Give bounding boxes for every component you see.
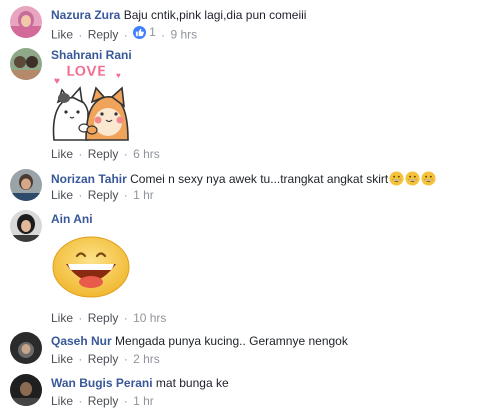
timestamp[interactable]: 6 hrs: [133, 147, 160, 161]
comment-text: Mengada punya kucing.. Geramnye nengok: [115, 334, 348, 348]
svg-text:♥: ♥: [54, 76, 60, 87]
reply-link[interactable]: Reply: [88, 394, 119, 408]
comment-author[interactable]: Nazura Zura: [51, 8, 120, 22]
separator: ·: [78, 394, 83, 408]
like-link[interactable]: Like: [51, 311, 73, 325]
reaction-count[interactable]: 1: [133, 25, 156, 39]
sticker-image: LOVE ♥ ♥: [50, 62, 132, 142]
comment-author[interactable]: Norizan Tahir: [51, 172, 127, 186]
comment-item: Ain Ani Like · Reply · 10 hrs: [0, 206, 499, 328]
reply-link[interactable]: Reply: [88, 28, 119, 42]
timestamp[interactable]: 9 hrs: [170, 28, 197, 42]
timestamp[interactable]: 2 hrs: [133, 352, 160, 366]
like-link[interactable]: Like: [51, 352, 73, 366]
avatar[interactable]: [10, 48, 42, 80]
separator: ·: [123, 352, 128, 366]
comment-text: Comei n sexy nya awek tu...trangkat angk…: [130, 172, 389, 186]
grinning-face-icon: [389, 171, 404, 189]
separator: ·: [78, 311, 83, 325]
comment-item: Nazura Zura Baju cntik,pink lagi,dia pun…: [0, 0, 499, 44]
separator: ·: [123, 394, 128, 408]
separator: ·: [123, 188, 128, 202]
comment-text: Baju cntik,pink lagi,dia pun comeiii: [123, 8, 307, 22]
big-smile-emoji-icon: [52, 236, 130, 298]
avatar[interactable]: [10, 210, 42, 242]
reply-link[interactable]: Reply: [88, 352, 119, 366]
comment-text: mat bunga ke: [155, 376, 229, 390]
comment-item: Qaseh Nur Mengada punya kucing.. Geramny…: [0, 328, 499, 370]
reply-link[interactable]: Reply: [88, 147, 119, 161]
separator: ·: [123, 147, 128, 161]
thumbs-up-icon: [133, 25, 147, 39]
avatar[interactable]: [10, 169, 42, 201]
separator: ·: [123, 311, 128, 325]
avatar[interactable]: [10, 374, 42, 406]
comment-item: Norizan Tahir Comei n sexy nya awek tu..…: [0, 164, 499, 206]
comment-item: Shahrani Rani LOVE ♥ ♥ Like · Reply · 6 …: [0, 44, 499, 164]
reaction-count-value: 1: [149, 25, 156, 39]
comment-author[interactable]: Qaseh Nur: [51, 334, 112, 348]
separator: ·: [78, 27, 83, 42]
like-link[interactable]: Like: [51, 394, 73, 408]
comment-author[interactable]: Wan Bugis Perani: [51, 376, 153, 390]
comment-author[interactable]: Shahrani Rani: [51, 48, 132, 62]
separator: ·: [78, 188, 83, 202]
sticker-love-text: LOVE: [66, 64, 106, 80]
like-link[interactable]: Like: [51, 188, 73, 202]
comment-author[interactable]: Ain Ani: [51, 212, 93, 226]
avatar[interactable]: [10, 332, 42, 364]
timestamp[interactable]: 1 hr: [133, 188, 154, 202]
reply-link[interactable]: Reply: [88, 188, 119, 202]
like-link[interactable]: Like: [51, 147, 73, 161]
reply-link[interactable]: Reply: [88, 311, 119, 325]
avatar[interactable]: [10, 6, 42, 38]
separator: ·: [78, 352, 83, 366]
separator: ·: [161, 27, 166, 42]
timestamp[interactable]: 10 hrs: [133, 311, 166, 325]
separator: ·: [123, 27, 128, 42]
grinning-face-icon: [405, 171, 420, 189]
comment-item: Wan Bugis Perani mat bunga ke Like · Rep…: [0, 370, 499, 414]
separator: ·: [78, 147, 83, 161]
grinning-face-icon: [421, 171, 436, 189]
svg-text:♥: ♥: [116, 71, 121, 80]
timestamp[interactable]: 1 hr: [133, 394, 154, 408]
like-link[interactable]: Like: [51, 28, 73, 42]
